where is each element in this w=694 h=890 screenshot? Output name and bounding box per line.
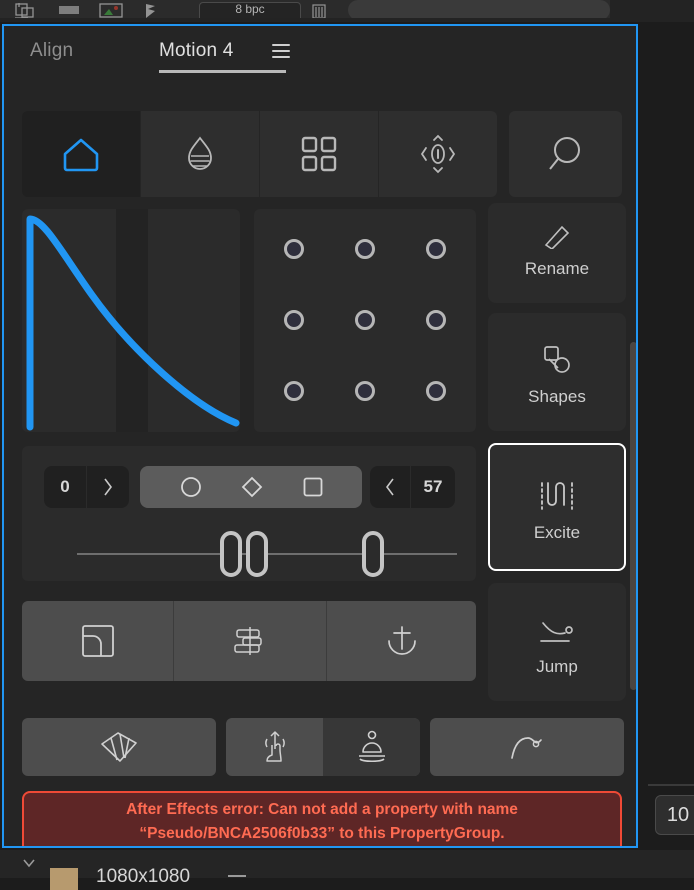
slider-handle[interactable] <box>362 531 384 577</box>
error-banner: After Effects error: Can not add a prope… <box>22 791 622 846</box>
toolbar-button-home[interactable] <box>22 111 140 197</box>
side-button-label: Excite <box>533 523 581 542</box>
easing-in-value[interactable]: 0 <box>44 466 86 508</box>
anchor-point-grid[interactable] <box>254 209 476 432</box>
layered-squares-icon <box>81 624 115 658</box>
align-layers-button[interactable] <box>174 601 326 681</box>
anchor-dot[interactable] <box>355 310 375 330</box>
side-button-label: Jump <box>536 657 578 676</box>
easing-out-value[interactable]: 57 <box>411 466 455 508</box>
circle-icon[interactable] <box>180 476 202 498</box>
panel-tab-bar: Align Motion 4 <box>4 26 636 78</box>
tab-motion4[interactable]: Motion 4 <box>159 40 233 62</box>
anchor-dot[interactable] <box>355 381 375 401</box>
droplet-lines-icon <box>183 134 217 174</box>
pointing-finger-icon <box>260 729 290 765</box>
side-divider <box>648 784 694 786</box>
chevron-left-icon[interactable] <box>370 466 410 508</box>
layer-tools-group <box>22 601 476 681</box>
toolbar-button-droplet[interactable] <box>141 111 259 197</box>
anchor-dot[interactable] <box>284 239 304 259</box>
side-button-shapes[interactable]: Shapes <box>488 313 626 431</box>
side-button-label: Rename <box>524 259 590 278</box>
anchor-dot[interactable] <box>426 239 446 259</box>
slider-handle[interactable] <box>220 531 242 577</box>
panel-toolbar <box>22 111 622 197</box>
bit-depth-label: 8 bpc <box>235 2 265 16</box>
align-layers-icon <box>231 626 269 656</box>
tab-active-underline <box>159 70 286 73</box>
toolbar-button-grid[interactable] <box>260 111 378 197</box>
pencil-icon <box>540 223 574 249</box>
zen-mode-button[interactable] <box>323 718 420 776</box>
comp-color-swatch[interactable] <box>50 868 78 890</box>
side-button-rename[interactable]: Rename <box>488 203 626 303</box>
fan-spread-icon <box>98 730 140 764</box>
anchor-dot[interactable] <box>284 310 304 330</box>
diamond-icon[interactable] <box>241 476 263 498</box>
error-line-1: After Effects error: Can not add a prope… <box>126 800 518 818</box>
shapes-icon <box>538 343 576 377</box>
excite-wave-icon <box>536 479 578 513</box>
shape-option-group <box>140 466 362 508</box>
toolbar-base-divider <box>0 18 694 22</box>
meditation-figure-icon <box>353 730 391 764</box>
easing-curve-path <box>26 215 240 431</box>
motion4-panel: Align Motion 4 0 57 Rename Shapes Excite… <box>2 24 638 848</box>
tab-align[interactable]: Align <box>30 40 73 62</box>
home-icon <box>60 134 102 174</box>
easing-controls-card: 0 57 <box>22 446 476 581</box>
anchor-icon <box>384 623 420 659</box>
error-line-2: “Pseudo/BNCA2506f0b33” to this PropertyG… <box>139 825 505 842</box>
footer-dash <box>228 875 246 877</box>
curve-button[interactable] <box>430 718 624 776</box>
anchor-dot[interactable] <box>426 381 446 401</box>
toolbar-button-search[interactable] <box>509 111 622 197</box>
slider-handle[interactable] <box>246 531 268 577</box>
panel-scrollbar-thumb[interactable] <box>630 342 636 690</box>
search-magnifier-icon <box>545 133 587 175</box>
panel-right-gutter <box>640 24 694 848</box>
chevron-down-icon[interactable] <box>22 856 36 870</box>
duplicate-button[interactable] <box>22 601 173 681</box>
mode-toggle-group <box>226 718 420 776</box>
anchor-dot[interactable] <box>426 310 446 330</box>
toolbar-workspace-pill[interactable] <box>348 0 610 20</box>
comp-size-label: 1080x1080 <box>96 866 191 887</box>
anchor-button[interactable] <box>327 601 476 681</box>
bezier-curve-icon <box>506 730 548 764</box>
side-numeric-field[interactable]: 10 <box>655 795 694 835</box>
pick-mode-button[interactable] <box>226 718 323 776</box>
jump-arc-icon <box>537 617 577 647</box>
toolbar-button-transform[interactable] <box>379 111 497 197</box>
zero-arrows-icon <box>414 133 462 175</box>
chevron-right-icon[interactable] <box>87 466 129 508</box>
anchor-dot[interactable] <box>284 381 304 401</box>
stagger-button[interactable] <box>22 718 216 776</box>
grid-four-squares-icon <box>300 135 338 173</box>
easing-curve-graph[interactable] <box>22 209 240 432</box>
square-icon[interactable] <box>302 476 324 498</box>
anchor-dot[interactable] <box>355 239 375 259</box>
hamburger-menu-icon[interactable] <box>272 44 290 58</box>
host-app-toolbar: 8 bpc <box>0 0 694 22</box>
side-button-excite[interactable]: Excite <box>488 443 626 571</box>
side-button-label: Shapes <box>528 387 586 406</box>
side-button-jump[interactable]: Jump <box>488 583 626 701</box>
